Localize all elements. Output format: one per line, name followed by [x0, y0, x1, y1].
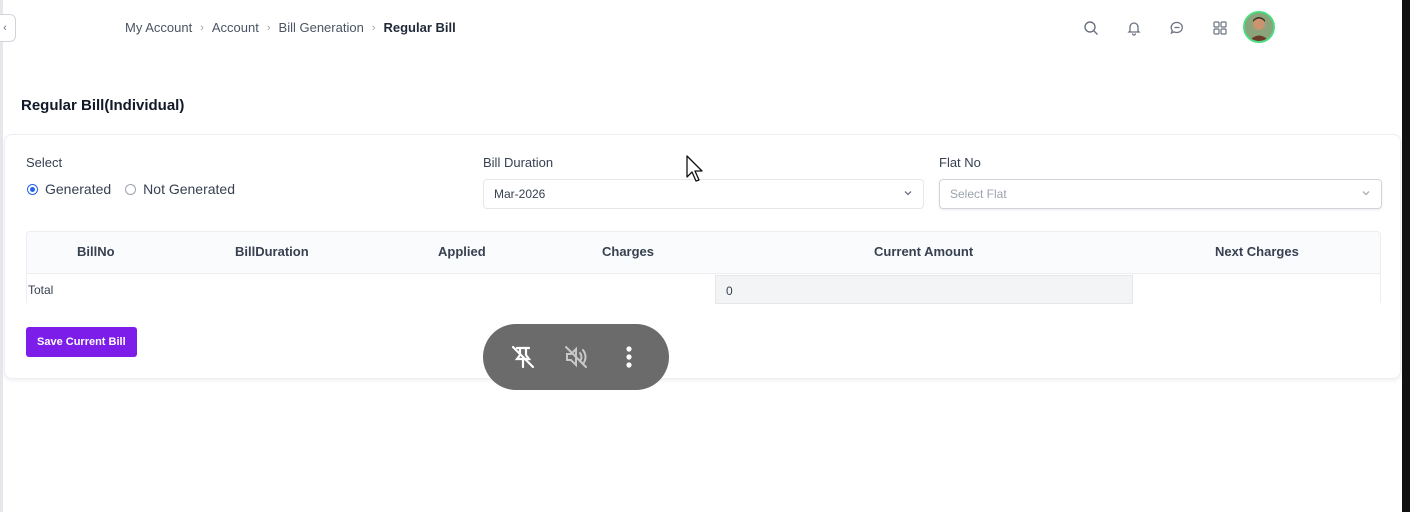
flat-no-select[interactable]: Select Flat	[939, 179, 1382, 209]
flat-no-placeholder: Select Flat	[950, 187, 1007, 201]
radio-label-not-generated: Not Generated	[143, 181, 236, 197]
apps-grid-icon[interactable]	[1209, 17, 1231, 39]
bell-icon[interactable]	[1123, 17, 1145, 39]
column-header-billno: BillNo	[77, 244, 115, 259]
chevron-down-icon	[1361, 188, 1371, 201]
user-avatar[interactable]	[1243, 11, 1275, 43]
breadcrumb-separator: ›	[200, 21, 204, 34]
header-icons	[1080, 11, 1275, 43]
radio-button-unchecked[interactable]	[125, 183, 137, 195]
breadcrumb-item-account[interactable]: Account	[212, 20, 259, 35]
flat-no-label: Flat No	[939, 155, 981, 170]
chevron-left-icon: ‹	[3, 22, 7, 34]
bill-status-radio-group: Generated Not Generated	[27, 181, 249, 197]
column-header-current-amount: Current Amount	[874, 244, 974, 259]
sidebar-toggle-button[interactable]: ‹	[0, 14, 16, 42]
right-edge	[1402, 0, 1410, 512]
unpin-icon[interactable]	[503, 337, 543, 377]
bill-duration-value: Mar-2026	[494, 187, 546, 201]
radio-generated[interactable]: Generated	[27, 181, 111, 197]
mute-icon[interactable]	[556, 337, 596, 377]
column-header-charges: Charges	[602, 244, 655, 259]
total-label: Total	[28, 283, 54, 297]
radio-not-generated[interactable]: Not Generated	[125, 181, 235, 197]
breadcrumb-current: Regular Bill	[383, 20, 456, 35]
more-vertical-icon[interactable]	[609, 337, 649, 377]
breadcrumb-item-bill-generation[interactable]: Bill Generation	[279, 20, 364, 35]
chevron-down-icon	[903, 188, 913, 201]
column-header-applied: Applied	[438, 244, 486, 259]
table-total-row: Total 0	[27, 273, 1380, 306]
breadcrumb-item-my-account[interactable]: My Account	[125, 20, 192, 35]
bill-table: BillNo BillDuration Applied Charges Curr…	[26, 231, 1381, 306]
column-header-next-charges: Next Charges	[1215, 244, 1299, 259]
bill-duration-label: Bill Duration	[483, 155, 554, 170]
breadcrumb-separator: ›	[371, 21, 376, 34]
save-current-bill-button[interactable]: Save Current Bill	[26, 327, 137, 357]
breadcrumb-separator: ›	[266, 21, 271, 34]
select-label: Select	[26, 155, 63, 170]
media-control-overlay	[483, 324, 669, 390]
left-edge	[0, 0, 3, 512]
total-current-amount-field: 0	[715, 275, 1133, 304]
radio-button-checked[interactable]	[27, 183, 38, 195]
breadcrumb: My Account › Account › Bill Generation ›…	[125, 20, 456, 35]
column-header-billduration: BillDuration	[235, 244, 309, 259]
chat-icon[interactable]	[1166, 17, 1188, 39]
mouse-cursor-icon	[686, 155, 704, 188]
radio-label-generated: Generated	[45, 181, 112, 197]
search-icon[interactable]	[1080, 17, 1102, 39]
page-title: Regular Bill(Individual)	[21, 97, 185, 114]
